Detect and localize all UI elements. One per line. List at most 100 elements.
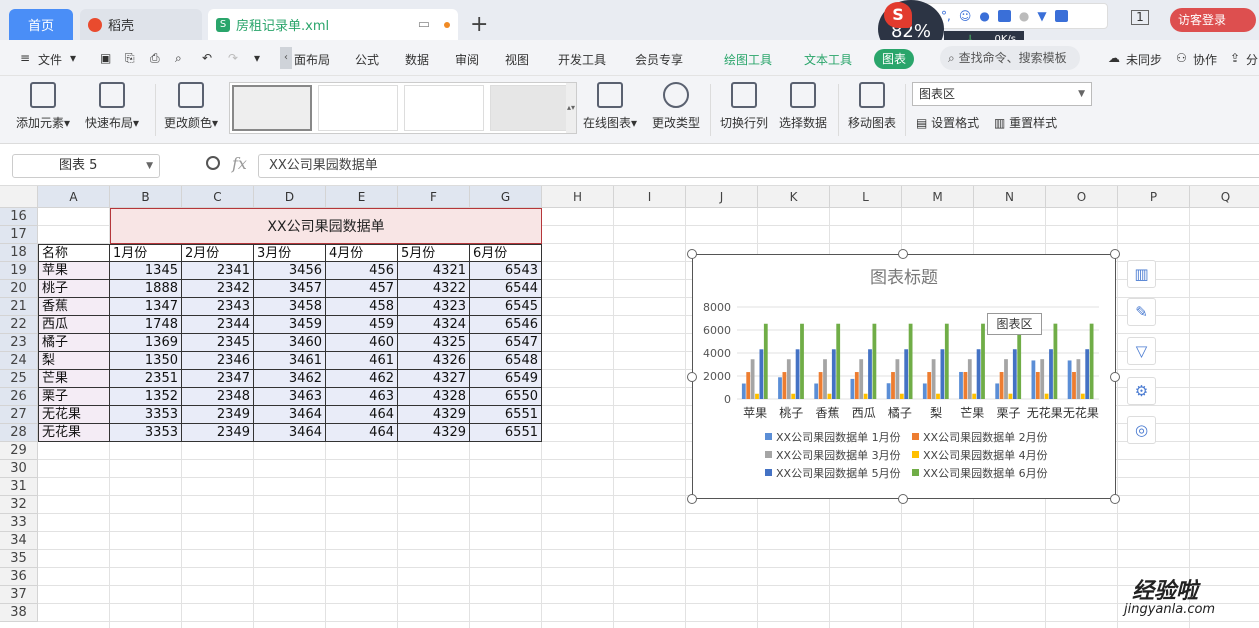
col-header-P[interactable]: P xyxy=(1118,186,1190,208)
table-value-cell[interactable]: 4324 xyxy=(398,316,470,334)
table-name-cell[interactable]: 芒果 xyxy=(38,370,110,388)
table-value-cell[interactable]: 2346 xyxy=(182,352,254,370)
col-header-O[interactable]: O xyxy=(1046,186,1118,208)
table-header-cell[interactable]: 1月份 xyxy=(110,244,182,262)
table-value-cell[interactable]: 3353 xyxy=(110,406,182,424)
row-header-19[interactable]: 19 xyxy=(0,262,38,280)
sync-button[interactable]: 未同步 xyxy=(1126,51,1162,68)
table-value-cell[interactable]: 3461 xyxy=(254,352,326,370)
chart-element-select[interactable]: 图表区 ▼ xyxy=(912,82,1092,106)
col-header-K[interactable]: K xyxy=(758,186,830,208)
table-value-cell[interactable]: 3456 xyxy=(254,262,326,280)
menu-file[interactable]: 文件 xyxy=(38,51,62,68)
table-value-cell[interactable]: 4326 xyxy=(398,352,470,370)
table-header-cell[interactable]: 名称 xyxy=(38,244,110,262)
table-name-cell[interactable]: 西瓜 xyxy=(38,316,110,334)
row-header-35[interactable]: 35 xyxy=(0,550,38,568)
table-value-cell[interactable]: 3459 xyxy=(254,316,326,334)
resize-handle-sw[interactable] xyxy=(687,494,697,504)
menu-item-3[interactable]: 审阅 xyxy=(455,51,479,68)
col-header-H[interactable]: H xyxy=(542,186,614,208)
undo-icon[interactable]: ↶ xyxy=(202,51,212,65)
row-header-22[interactable]: 22 xyxy=(0,316,38,334)
chart-area[interactable]: 图表标题 0 2000 4000 6000 8000 苹果 桃子 香蕉 西瓜 橘子梨芒果 栗子 无花果… xyxy=(692,254,1116,499)
table-value-cell[interactable]: 3463 xyxy=(254,388,326,406)
row-header-27[interactable]: 27 xyxy=(0,406,38,424)
row-header-23[interactable]: 23 xyxy=(0,334,38,352)
window-count-button[interactable]: 1 xyxy=(1131,10,1149,25)
redo-icon[interactable]: ↷ xyxy=(228,51,238,65)
row-header-16[interactable]: 16 xyxy=(0,208,38,226)
change-type-button[interactable]: 更改类型 xyxy=(652,80,700,131)
chart-style-gallery[interactable]: ▴▾ xyxy=(229,82,577,134)
menu-item-4[interactable]: 视图 xyxy=(505,51,529,68)
table-value-cell[interactable]: 6543 xyxy=(470,262,542,280)
table-value-cell[interactable]: 3458 xyxy=(254,298,326,316)
col-header-L[interactable]: L xyxy=(830,186,902,208)
command-search[interactable]: ⌕ 查找命令、搜索模板 xyxy=(940,46,1080,70)
table-value-cell[interactable]: 2345 xyxy=(182,334,254,352)
table-value-cell[interactable]: 1369 xyxy=(110,334,182,352)
name-box[interactable]: 图表 5 ▼ xyxy=(12,154,160,178)
table-value-cell[interactable]: 2347 xyxy=(182,370,254,388)
table-value-cell[interactable]: 1748 xyxy=(110,316,182,334)
menu-item-0[interactable]: 面布局 xyxy=(294,51,330,68)
row-header-36[interactable]: 36 xyxy=(0,568,38,586)
table-value-cell[interactable]: 3464 xyxy=(254,406,326,424)
table-name-cell[interactable]: 无花果 xyxy=(38,406,110,424)
share-button[interactable]: 分 xyxy=(1246,51,1258,68)
export-icon[interactable]: ⎘ xyxy=(125,51,135,66)
table-name-cell[interactable]: 栗子 xyxy=(38,388,110,406)
row-header-33[interactable]: 33 xyxy=(0,514,38,532)
table-name-cell[interactable]: 香蕉 xyxy=(38,298,110,316)
table-value-cell[interactable]: 2343 xyxy=(182,298,254,316)
table-value-cell[interactable]: 3464 xyxy=(254,424,326,442)
table-header-cell[interactable]: 6月份 xyxy=(470,244,542,262)
scroll-left-icon[interactable]: ‹ xyxy=(280,47,292,69)
table-name-cell[interactable]: 橘子 xyxy=(38,334,110,352)
table-value-cell[interactable]: 1350 xyxy=(110,352,182,370)
row-header-21[interactable]: 21 xyxy=(0,298,38,316)
gallery-more-icon[interactable]: ▴▾ xyxy=(566,83,576,133)
row-header-31[interactable]: 31 xyxy=(0,478,38,496)
row-header-26[interactable]: 26 xyxy=(0,388,38,406)
col-header-I[interactable]: I xyxy=(614,186,686,208)
table-value-cell[interactable]: 4323 xyxy=(398,298,470,316)
table-value-cell[interactable]: 4321 xyxy=(398,262,470,280)
add-element-button[interactable]: 添加元素▾ xyxy=(16,80,70,131)
col-header-J[interactable]: J xyxy=(686,186,758,208)
table-value-cell[interactable]: 4322 xyxy=(398,280,470,298)
chart-style-3[interactable] xyxy=(404,85,484,131)
fx-icon[interactable]: fx xyxy=(232,154,247,173)
menu-item-7[interactable]: 绘图工具 xyxy=(724,51,772,68)
zoom-icon[interactable] xyxy=(206,156,220,170)
table-value-cell[interactable]: 462 xyxy=(326,370,398,388)
row-header-17[interactable]: 17 xyxy=(0,226,38,244)
print-icon[interactable]: ⎙ xyxy=(150,51,160,66)
table-name-cell[interactable]: 苹果 xyxy=(38,262,110,280)
table-value-cell[interactable]: 464 xyxy=(326,406,398,424)
table-value-cell[interactable]: 460 xyxy=(326,334,398,352)
col-header-N[interactable]: N xyxy=(974,186,1046,208)
table-header-cell[interactable]: 2月份 xyxy=(182,244,254,262)
table-value-cell[interactable]: 3353 xyxy=(110,424,182,442)
table-value-cell[interactable]: 3462 xyxy=(254,370,326,388)
row-header-20[interactable]: 20 xyxy=(0,280,38,298)
table-value-cell[interactable]: 458 xyxy=(326,298,398,316)
chart-tips-bulb-icon[interactable]: ◎ xyxy=(1127,416,1156,444)
table-value-cell[interactable]: 6544 xyxy=(470,280,542,298)
table-name-cell[interactable]: 无花果 xyxy=(38,424,110,442)
table-name-cell[interactable]: 桃子 xyxy=(38,280,110,298)
table-header-cell[interactable]: 3月份 xyxy=(254,244,326,262)
more-icon[interactable]: ▾ xyxy=(254,51,260,65)
table-value-cell[interactable]: 2348 xyxy=(182,388,254,406)
table-value-cell[interactable]: 2349 xyxy=(182,424,254,442)
new-tab-plus-icon[interactable]: + xyxy=(470,12,488,38)
table-header-cell[interactable]: 4月份 xyxy=(326,244,398,262)
tab-home[interactable]: 首页 xyxy=(9,9,73,40)
formula-input[interactable]: XX公司果园数据单 xyxy=(258,154,1259,178)
save-icon[interactable]: ▣ xyxy=(100,51,111,65)
table-value-cell[interactable]: 6551 xyxy=(470,424,542,442)
table-value-cell[interactable]: 2351 xyxy=(110,370,182,388)
resize-handle-ne[interactable] xyxy=(1110,249,1120,259)
